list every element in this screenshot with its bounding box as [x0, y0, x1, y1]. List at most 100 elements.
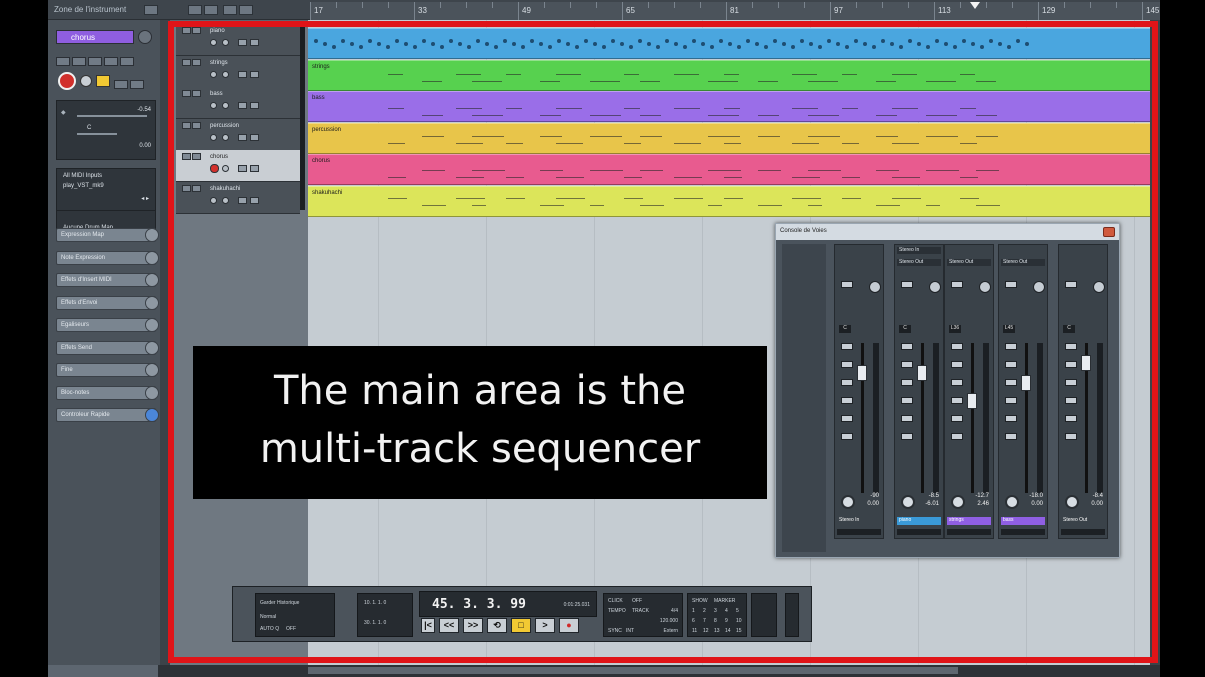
volume-db-value[interactable]: -6.01 — [925, 501, 939, 507]
section-toggle-icon[interactable] — [145, 228, 159, 242]
position-value[interactable]: 45. 3. 3. 99 — [432, 597, 526, 612]
channel-button[interactable] — [1005, 281, 1017, 288]
section-toggle-icon[interactable] — [145, 295, 159, 310]
pan-value[interactable]: C — [899, 325, 911, 333]
channel-setting-button[interactable] — [841, 361, 853, 368]
monitor-icon[interactable] — [222, 196, 229, 204]
monitor-icon[interactable] — [222, 102, 229, 109]
channel-pan-slider[interactable] — [1061, 529, 1105, 535]
solo-icon[interactable] — [192, 184, 201, 192]
channel-setting-button[interactable] — [841, 379, 853, 386]
channel-setting-button[interactable] — [1005, 415, 1017, 422]
channel-setting-button[interactable] — [1005, 361, 1017, 368]
channel-output-routing[interactable]: Stereo Out — [947, 259, 991, 266]
solo-icon[interactable] — [192, 153, 201, 160]
read-automation-icon[interactable] — [238, 133, 247, 141]
channel-button[interactable] — [1065, 281, 1077, 288]
rewind-icon[interactable]: << — [439, 618, 459, 633]
marker-number[interactable]: 15 — [736, 628, 742, 634]
fader-handle[interactable] — [967, 393, 977, 409]
marker-number[interactable]: 7 — [703, 618, 706, 624]
track-event-lane[interactable]: strings — [308, 59, 1160, 91]
channel-setting-button[interactable] — [951, 433, 963, 440]
go-to-start-icon[interactable]: |< — [421, 618, 435, 633]
record-enable-icon[interactable] — [210, 164, 219, 173]
inspector-section-6[interactable]: Fine — [56, 363, 159, 377]
marker-number[interactable]: 3 — [714, 608, 717, 614]
mute-icon[interactable] — [182, 90, 191, 97]
left-locator[interactable]: 10. 1. 1. 0 — [364, 600, 386, 606]
inspector-track-name[interactable]: chorus — [56, 30, 134, 44]
pan-knob-icon[interactable] — [869, 281, 881, 293]
marker-number[interactable]: 5 — [736, 608, 739, 614]
section-toggle-icon[interactable] — [145, 408, 159, 422]
channel-setting-button[interactable] — [1065, 397, 1077, 404]
inspector-section-2[interactable]: Effets d'Insert MIDI — [56, 273, 159, 287]
channel-setting-button[interactable] — [1005, 397, 1017, 404]
lock-icon[interactable] — [120, 57, 134, 66]
channel-setting-button[interactable] — [841, 343, 853, 350]
track-event-lane[interactable]: percussion — [308, 122, 1160, 154]
marker-number[interactable]: 8 — [714, 618, 717, 624]
tempo-label[interactable]: TEMPO — [608, 608, 626, 614]
time-value[interactable]: 0:01:25.031 — [564, 602, 590, 608]
toolbar-button[interactable] — [144, 5, 158, 15]
read-automation-icon[interactable] — [238, 70, 247, 78]
channel-setting-button[interactable] — [901, 343, 913, 350]
write-automation-icon[interactable] — [250, 70, 259, 78]
solo-icon[interactable] — [192, 27, 201, 34]
tempo-value[interactable]: 120.000 — [660, 618, 678, 624]
marker-number[interactable]: 14 — [725, 628, 731, 634]
play-icon[interactable]: > — [535, 618, 555, 633]
marker-number[interactable]: 2 — [703, 608, 706, 614]
toolbar-button[interactable] — [223, 5, 237, 15]
channel-name[interactable]: piano — [897, 517, 941, 525]
channel-setting-button[interactable] — [901, 433, 913, 440]
record-enable-icon[interactable] — [210, 196, 217, 204]
solo-icon[interactable] — [72, 57, 86, 66]
marker-number[interactable]: 9 — [725, 618, 728, 624]
fader-handle[interactable] — [857, 365, 867, 381]
channel-setting-button[interactable] — [901, 379, 913, 386]
pan-value[interactable]: C — [87, 125, 91, 131]
channel-setting-button[interactable] — [1005, 433, 1017, 440]
inspector-section-3[interactable]: Effets d'Envoi — [56, 295, 159, 310]
vertical-scrollbar[interactable] — [1150, 20, 1160, 665]
channel-setting-button[interactable] — [951, 415, 963, 422]
fader-handle[interactable] — [1081, 355, 1091, 371]
write-automation-icon[interactable] — [250, 133, 259, 141]
read-automation-icon[interactable] — [238, 102, 247, 109]
channel-setting-button[interactable] — [901, 397, 913, 404]
cycle-icon[interactable]: ⟲ — [487, 618, 507, 633]
track-event-lane[interactable]: shakuhachi — [308, 185, 1160, 217]
marker-number[interactable]: 11 — [692, 628, 697, 634]
pan-value[interactable]: C — [839, 325, 851, 333]
track-event-lane[interactable]: chorus — [308, 154, 1160, 185]
record-enable-icon[interactable] — [210, 102, 217, 109]
pan-knob-icon[interactable] — [1033, 281, 1045, 293]
channel-setting-button[interactable] — [1065, 361, 1077, 368]
channel-pan-slider[interactable] — [1001, 529, 1045, 535]
solo-icon[interactable] — [192, 121, 201, 129]
close-icon[interactable] — [1103, 227, 1115, 237]
track-header[interactable]: strings — [170, 55, 300, 88]
mute-icon[interactable] — [182, 184, 191, 192]
timeline-ruler[interactable]: 173349658197113129145161 — [310, 2, 1160, 20]
channel-setting-button[interactable] — [901, 415, 913, 422]
channel-pan-slider[interactable] — [897, 529, 941, 535]
monitor-button[interactable] — [80, 75, 92, 87]
marker-number[interactable]: 4 — [725, 608, 728, 614]
channel-setting-button[interactable] — [1065, 379, 1077, 386]
section-toggle-icon[interactable] — [145, 250, 159, 265]
toolbar-button[interactable] — [188, 5, 202, 15]
record-enable-icon[interactable] — [210, 70, 217, 78]
inspector-section-1[interactable]: Note Expression — [56, 250, 159, 265]
write-automation-icon[interactable] — [250, 39, 259, 46]
pan-value[interactable]: L36 — [949, 325, 961, 333]
gain-knob-icon[interactable] — [1005, 495, 1019, 509]
scrollbar-thumb[interactable] — [308, 667, 958, 674]
channel-output-routing[interactable]: Stereo Out — [1001, 259, 1045, 266]
track-header[interactable]: percussion — [170, 118, 300, 151]
stop-icon[interactable]: □ — [511, 618, 531, 633]
toolbar-button[interactable] — [239, 5, 253, 15]
